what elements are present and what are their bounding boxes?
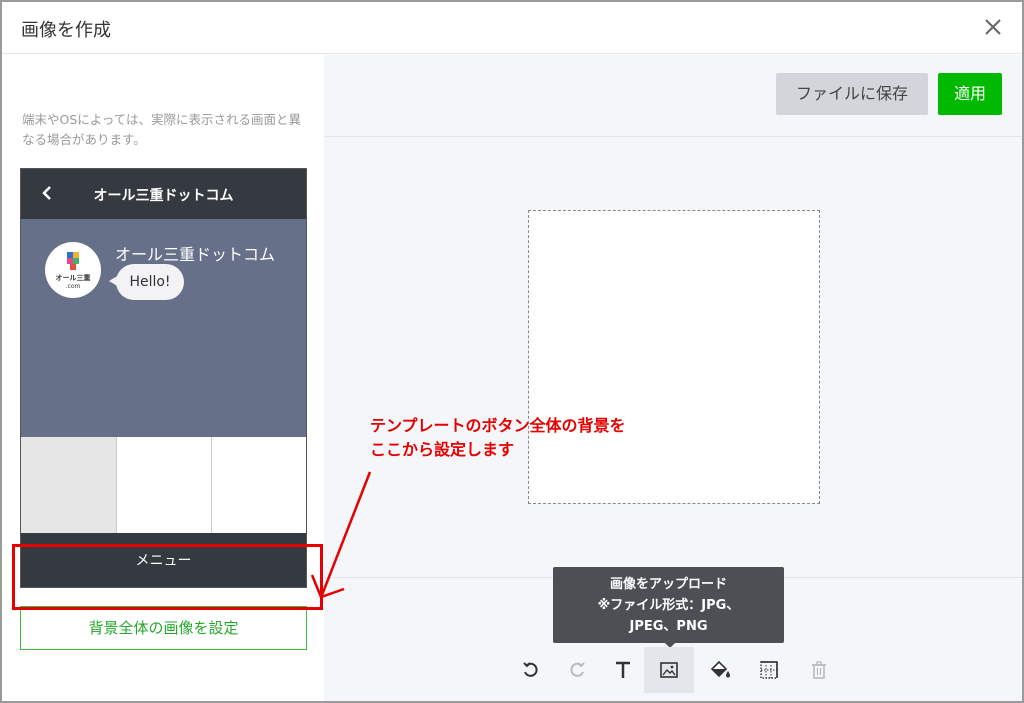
editor-panel: ファイルに保存 適用 画像をアップロード ※ファイル形式：JPG、 JPEG、P…: [324, 55, 1022, 701]
grid-button[interactable]: [744, 647, 794, 693]
phone-preview: オール三重ドットコム オール三重 .com オール三重ドットコム Hello!: [20, 168, 307, 588]
rich-menu-preview: [21, 437, 306, 533]
annotation-line-2: ここから設定します: [370, 440, 515, 459]
undo-button[interactable]: [506, 647, 556, 693]
account-name: オール三重ドットコム: [115, 245, 276, 264]
highlight-box: [12, 544, 323, 610]
save-to-file-button[interactable]: ファイルに保存: [776, 73, 928, 115]
dialog-title: 画像を作成: [21, 20, 111, 41]
paint-bucket-icon: [710, 660, 730, 678]
upload-image-tooltip: 画像をアップロード ※ファイル形式：JPG、 JPEG、PNG: [553, 567, 784, 643]
upload-image-button[interactable]: [644, 647, 694, 693]
avatar-logo-subtext: .com: [66, 283, 81, 290]
set-background-image-button[interactable]: 背景全体の画像を設定: [20, 606, 307, 650]
create-image-dialog: 画像を作成 端末やOSによっては、実際に表示される画面と異なる場合があります。 …: [0, 0, 1024, 703]
text-icon: [616, 661, 630, 678]
preview-note: 端末やOSによっては、実際に表示される画面と異なる場合があります。: [22, 112, 302, 147]
fill-color-button[interactable]: [694, 647, 744, 693]
tooltip-line-1: 画像をアップロード: [609, 577, 727, 592]
editor-top-toolbar: ファイルに保存 適用: [324, 55, 1022, 137]
phone-header: オール三重ドットコム: [21, 169, 306, 219]
rich-menu-cell-1: [21, 437, 117, 533]
close-icon: [985, 19, 1001, 35]
redo-icon: [570, 662, 585, 677]
tooltip-line-3: JPEG、PNG: [629, 619, 708, 634]
grid-icon: [760, 661, 778, 679]
dialog-header: 画像を作成: [2, 2, 1022, 54]
annotation-arrow: [310, 471, 372, 599]
delete-button[interactable]: [794, 647, 844, 693]
tooltip-line-2: ※ファイル形式：JPG、: [597, 598, 740, 613]
annotation-line-1: テンプレートのボタン全体の背景を: [370, 416, 626, 435]
apply-button[interactable]: 適用: [938, 73, 1002, 115]
account-avatar: オール三重 .com: [45, 242, 101, 298]
close-button[interactable]: [982, 16, 1004, 38]
annotation-text: テンプレートのボタン全体の背景を ここから設定します: [370, 414, 626, 462]
chat-message-bubble: Hello!: [116, 264, 184, 300]
trash-icon: [812, 661, 826, 679]
rich-menu-cell-3: [212, 437, 306, 533]
phone-header-title: オール三重ドットコム: [93, 188, 234, 204]
image-icon: [660, 662, 678, 678]
avatar-logo-text: オール三重: [56, 273, 91, 282]
rich-menu-cell-2: [117, 437, 212, 533]
redo-button[interactable]: [552, 647, 602, 693]
text-button[interactable]: [598, 647, 648, 693]
undo-icon: [523, 662, 538, 677]
